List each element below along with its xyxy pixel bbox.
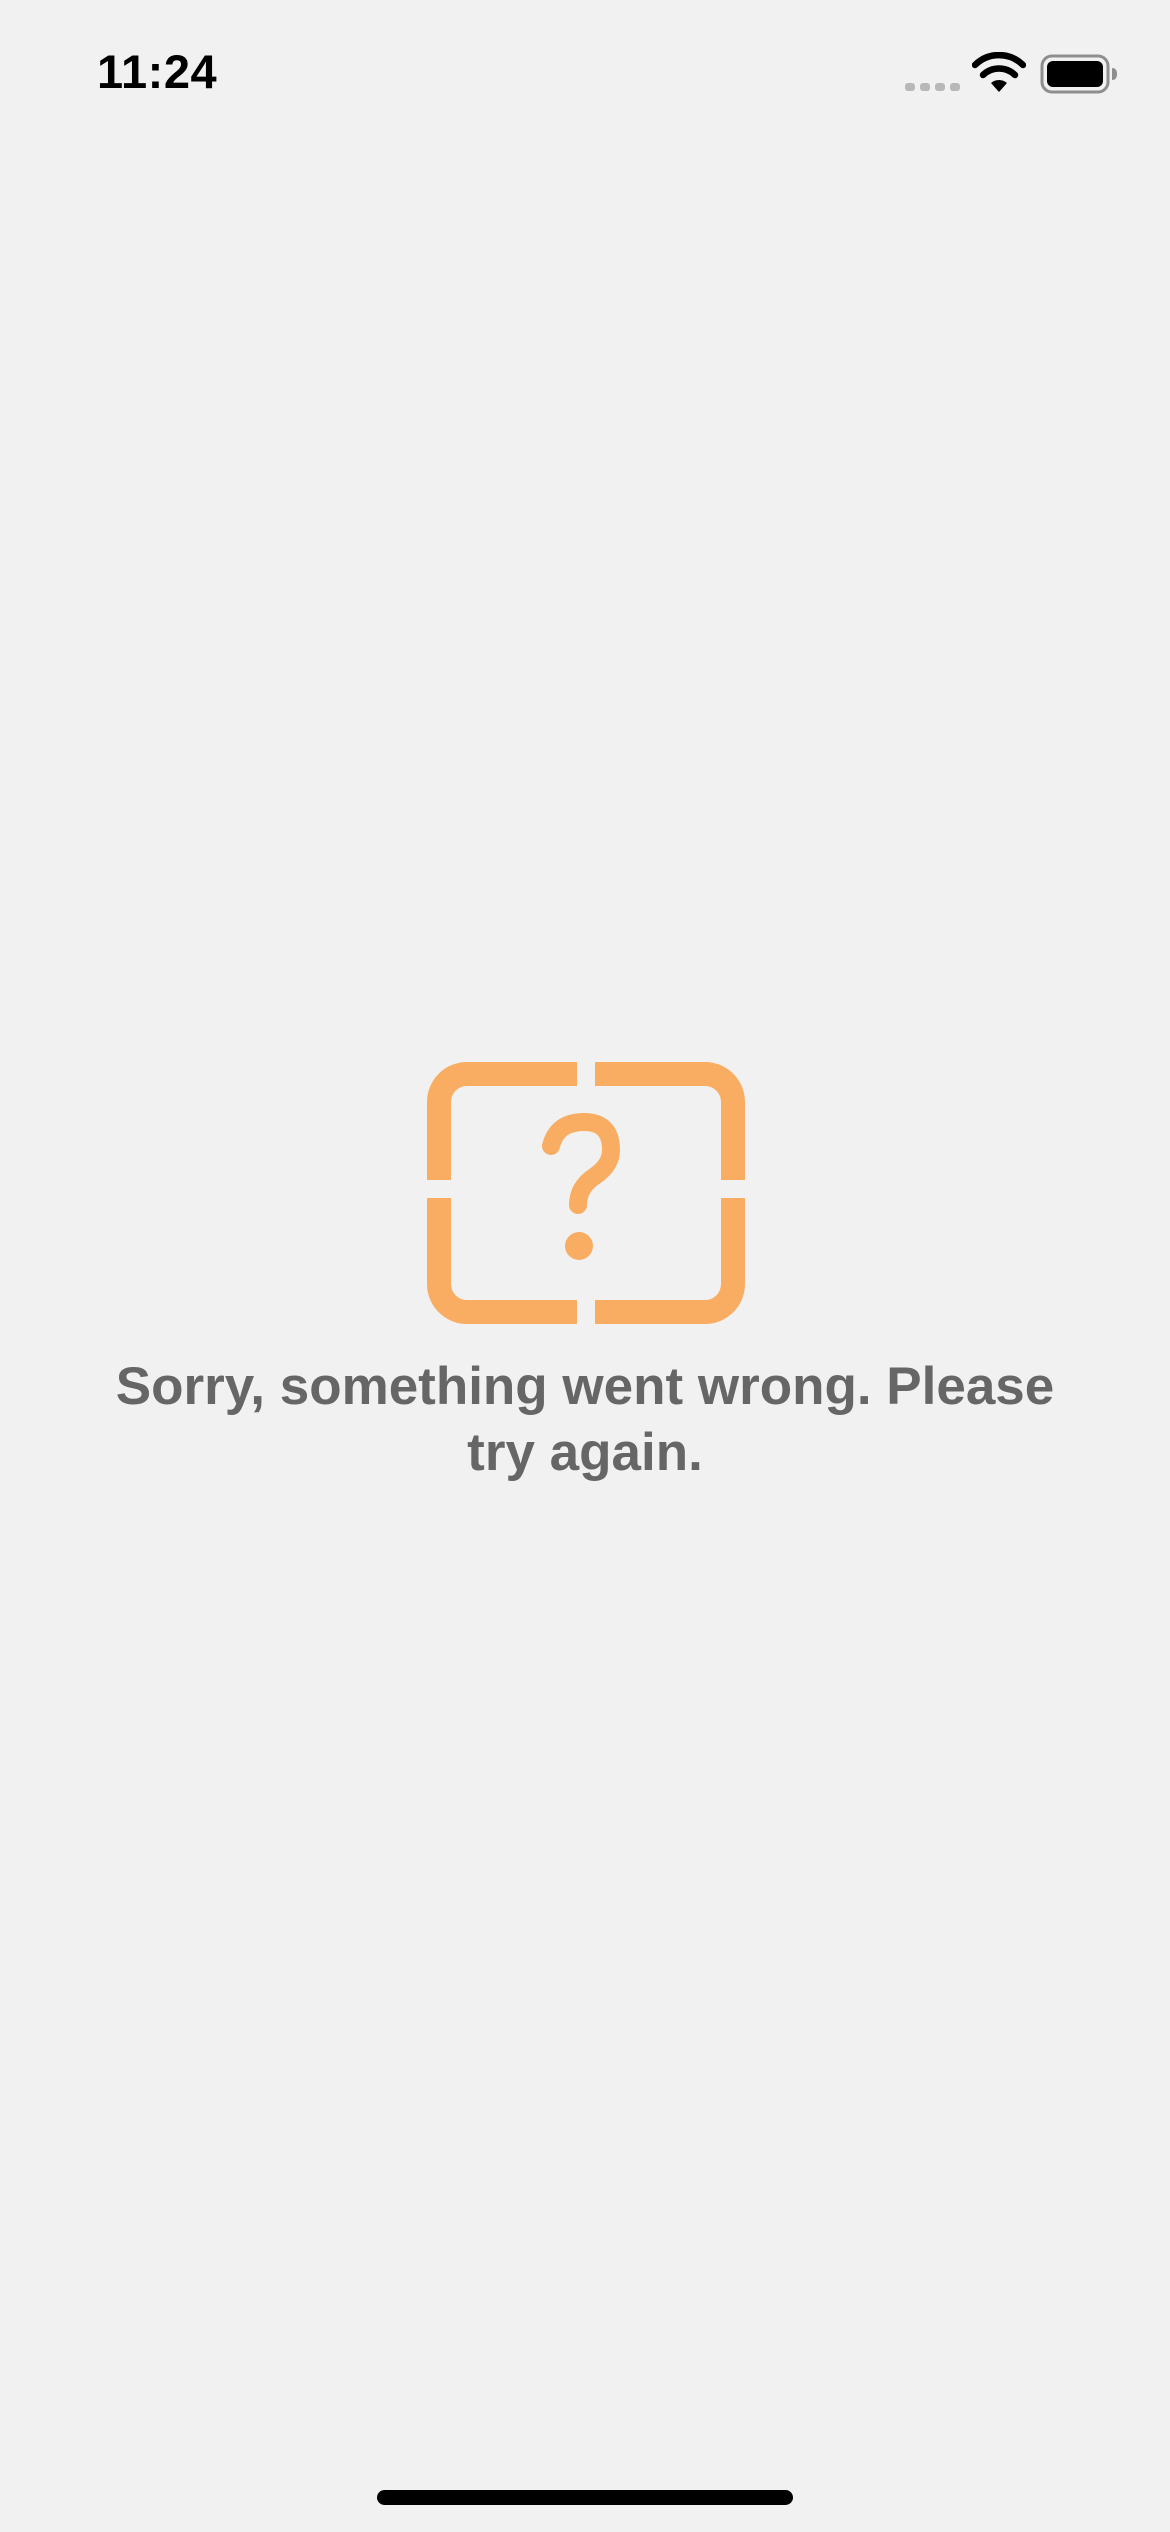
cellular-signal-icon xyxy=(905,83,960,91)
error-message: Sorry, something went wrong. Please try … xyxy=(115,1357,1055,1482)
question-mark-frame-icon xyxy=(427,1062,745,1324)
wifi-icon xyxy=(972,52,1026,92)
home-indicator[interactable] xyxy=(377,2490,793,2505)
battery-icon xyxy=(1040,54,1117,94)
status-bar: 11:24 xyxy=(0,0,1170,140)
status-time: 11:24 xyxy=(97,45,218,98)
